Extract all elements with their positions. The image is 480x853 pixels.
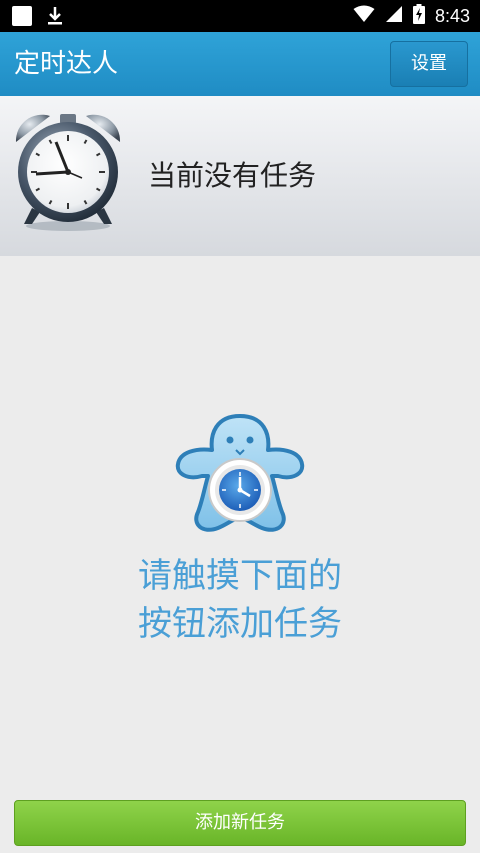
settings-button[interactable]: 设置 bbox=[390, 41, 468, 87]
status-time: 8:43 bbox=[434, 5, 470, 26]
app-title: 定时达人 bbox=[14, 49, 119, 79]
mascot-with-clock-icon bbox=[175, 414, 305, 532]
app-bar: 定时达人 设置 bbox=[0, 32, 480, 96]
add-task-button[interactable]: 添加新任务 bbox=[14, 800, 466, 846]
status-bar: 8:43 bbox=[0, 0, 480, 32]
status-bar-left bbox=[12, 6, 64, 26]
task-status-panel: 当前没有任务 bbox=[0, 96, 480, 256]
download-icon bbox=[46, 6, 64, 26]
notification-square-icon bbox=[12, 6, 32, 26]
hint-line-2: 按钮添加任务 bbox=[138, 604, 342, 644]
status-bar-right: 8:43 bbox=[353, 4, 470, 28]
empty-state-hint: 请触摸下面的 按钮添加任务 bbox=[0, 552, 480, 648]
signal-icon bbox=[385, 5, 403, 27]
task-status-text: 当前没有任务 bbox=[148, 159, 317, 192]
hint-line-1: 请触摸下面的 bbox=[138, 556, 342, 596]
wifi-icon bbox=[353, 5, 375, 27]
battery-charging-icon bbox=[412, 4, 425, 28]
app-screen: 8:43 定时达人 设置 当前没有任务 请触摸下面的 按钮添加任务 添加新任务 bbox=[0, 0, 480, 853]
alarm-clock-icon bbox=[15, 114, 121, 231]
